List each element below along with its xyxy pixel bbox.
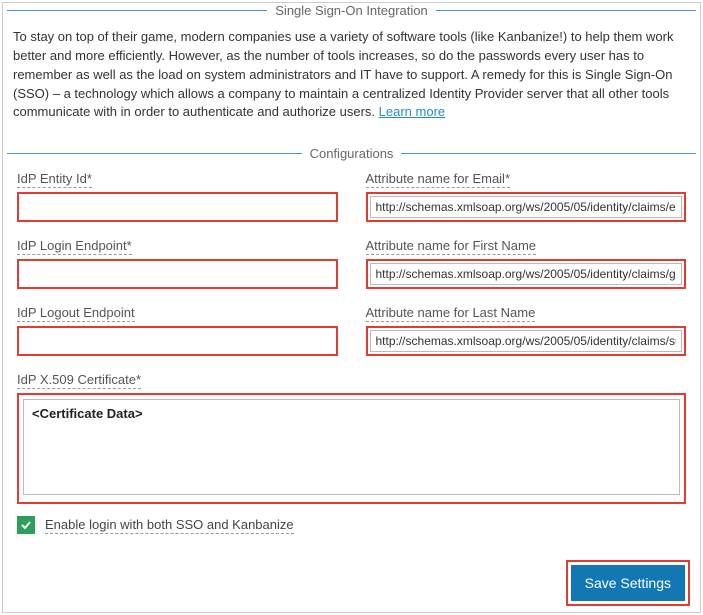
section-configurations: Configurations IdP Entity Id* Attribute …	[3, 146, 700, 550]
sso-integration-panel: Single Sign-On Integration To stay on to…	[2, 2, 701, 613]
label-attr-last: Attribute name for Last Name	[366, 305, 536, 322]
save-button[interactable]: Save Settings	[571, 565, 685, 601]
input-idp-logout[interactable]	[21, 330, 334, 352]
input-idp-entity[interactable]	[21, 196, 334, 218]
learn-more-link[interactable]: Learn more	[379, 104, 445, 119]
label-idp-logout: IdP Logout Endpoint	[17, 305, 135, 322]
label-idp-login: IdP Login Endpoint*	[17, 238, 132, 255]
input-idp-login[interactable]	[21, 263, 334, 285]
input-attr-email[interactable]	[370, 196, 683, 218]
label-idp-entity: IdP Entity Id*	[17, 171, 92, 188]
label-enable-both[interactable]: Enable login with both SSO and Kanbanize	[45, 517, 294, 534]
label-attr-email: Attribute name for Email*	[366, 171, 511, 188]
check-icon	[20, 519, 32, 531]
section-title: Single Sign-On Integration	[267, 3, 435, 18]
label-attr-first: Attribute name for First Name	[366, 238, 537, 255]
input-attr-first[interactable]	[370, 263, 683, 285]
input-attr-last[interactable]	[370, 330, 683, 352]
config-title: Configurations	[302, 146, 402, 161]
section-sso: Single Sign-On Integration To stay on to…	[3, 3, 700, 138]
label-cert: IdP X.509 Certificate*	[17, 372, 141, 389]
input-cert[interactable]	[23, 399, 680, 495]
checkbox-enable-both[interactable]	[17, 516, 35, 534]
intro-text: To stay on top of their game, modern com…	[3, 28, 700, 138]
